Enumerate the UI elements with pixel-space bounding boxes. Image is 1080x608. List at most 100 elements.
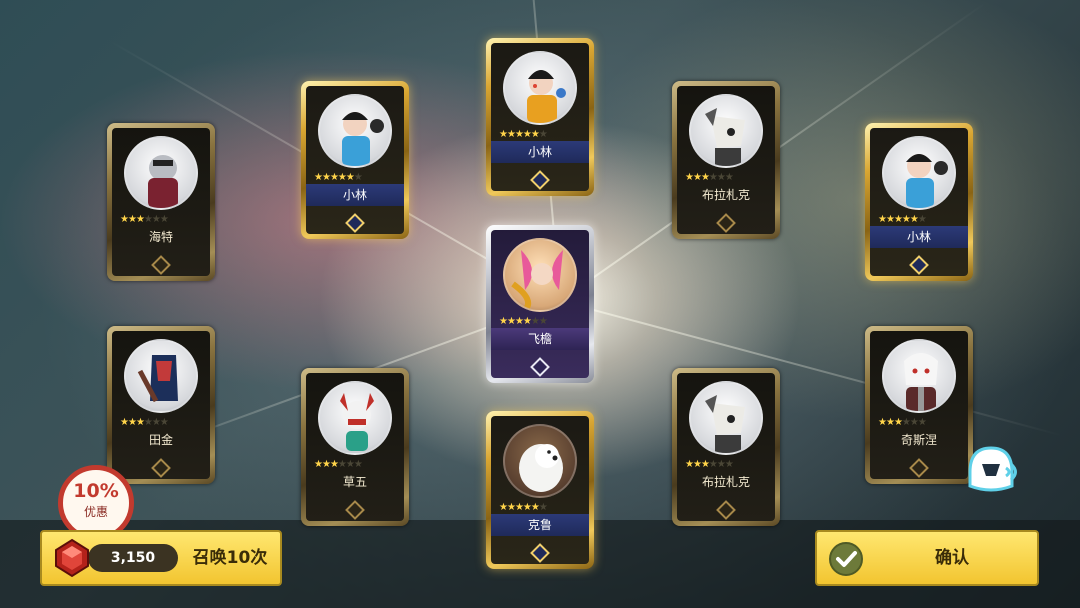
card-face: ★★★★★★ 布拉札克: [677, 373, 775, 521]
hero-name: 奇斯涅: [900, 433, 937, 447]
star-filled-icon: ★: [321, 459, 331, 470]
star-filled-icon: ★: [329, 172, 339, 183]
star-filled-icon: ★: [530, 502, 540, 513]
star-filled-icon: ★: [135, 214, 145, 225]
star-empty-icon: ★: [143, 417, 153, 428]
star-filled-icon: ★: [885, 417, 895, 428]
star-filled-icon: ★: [878, 214, 887, 225]
star-filled-icon: ★: [314, 459, 323, 470]
star-filled-icon: ★: [127, 214, 137, 225]
star-empty-icon: ★: [901, 417, 911, 428]
card-face: ★★★★★★ 飞檐: [491, 230, 589, 378]
hero-name: 小林: [491, 141, 589, 163]
star-rating: ★★★★★★: [499, 502, 548, 513]
star-filled-icon: ★: [506, 129, 516, 140]
star-empty-icon: ★: [530, 316, 540, 327]
star-empty-icon: ★: [151, 417, 161, 428]
rank-emblem-icon: [909, 255, 929, 275]
hero-name: 田金: [148, 433, 173, 447]
star-rating: ★★★★★★: [685, 459, 734, 470]
star-filled-icon: ★: [514, 502, 524, 513]
card-face: ★★★★★★ 小林: [870, 128, 968, 276]
star-empty-icon: ★: [353, 172, 363, 183]
summon-10x-button[interactable]: 3,150 召唤10次: [40, 530, 282, 586]
star-filled-icon: ★: [120, 417, 129, 428]
star-empty-icon: ★: [917, 417, 927, 428]
summon-label: 召唤10次: [192, 548, 268, 568]
star-rating: ★★★★★★: [685, 172, 734, 183]
star-empty-icon: ★: [143, 214, 153, 225]
hero-card[interactable]: ★★★★★★ 克鲁: [486, 411, 594, 569]
star-empty-icon: ★: [159, 214, 169, 225]
star-filled-icon: ★: [127, 417, 137, 428]
light-ray: [559, 300, 1063, 437]
hero-card[interactable]: ★★★★★★ 布拉札克: [672, 81, 780, 239]
star-filled-icon: ★: [692, 459, 702, 470]
rank-emblem-icon: [909, 458, 929, 478]
star-filled-icon: ★: [893, 417, 903, 428]
chat-helmet-icon[interactable]: [960, 442, 1022, 498]
card-face: ★★★★★★ 小林: [306, 86, 404, 234]
star-filled-icon: ★: [120, 214, 129, 225]
card-face: ★★★★★★ 海特: [112, 128, 210, 276]
star-filled-icon: ★: [692, 172, 702, 183]
hero-portrait: [318, 94, 392, 168]
rank-emblem-icon: [716, 213, 736, 233]
star-filled-icon: ★: [135, 417, 145, 428]
star-filled-icon: ★: [893, 214, 903, 225]
star-filled-icon: ★: [909, 214, 919, 225]
rank-emblem-icon: [530, 357, 550, 377]
star-empty-icon: ★: [151, 214, 161, 225]
star-rating: ★★★★★★: [499, 129, 548, 140]
star-empty-icon: ★: [538, 129, 548, 140]
hero-card[interactable]: ★★★★★★ 奇斯涅: [865, 326, 973, 484]
star-filled-icon: ★: [685, 459, 694, 470]
hero-name: 小林: [870, 226, 968, 248]
hero-card[interactable]: ★★★★★★ 飞檐: [486, 225, 594, 383]
hero-portrait: [882, 136, 956, 210]
card-face: ★★★★★★ 田金: [112, 331, 210, 479]
hero-card[interactable]: ★★★★★★ 小林: [301, 81, 409, 239]
hero-portrait: [689, 381, 763, 455]
hero-name: 布拉札克: [701, 188, 750, 202]
hero-name: 海特: [148, 230, 173, 244]
hero-name: 飞檐: [491, 328, 589, 350]
hero-card[interactable]: ★★★★★★ 田金: [107, 326, 215, 484]
gem-cost: 3,150: [88, 544, 178, 572]
star-rating: ★★★★★★: [120, 417, 169, 428]
star-filled-icon: ★: [885, 214, 895, 225]
star-filled-icon: ★: [530, 129, 540, 140]
star-filled-icon: ★: [700, 172, 710, 183]
hero-card[interactable]: ★★★★★★ 小林: [865, 123, 973, 281]
star-empty-icon: ★: [353, 459, 363, 470]
rank-emblem-icon: [345, 500, 365, 520]
star-filled-icon: ★: [499, 129, 508, 140]
hero-name: 小林: [306, 184, 404, 206]
card-face: ★★★★★★ 奇斯涅: [870, 331, 968, 479]
hero-portrait: [503, 51, 577, 125]
star-empty-icon: ★: [724, 459, 734, 470]
confirm-button[interactable]: 确认: [815, 530, 1039, 586]
hero-portrait: [503, 424, 577, 498]
hero-name: 布拉札克: [701, 475, 750, 489]
card-face: ★★★★★★ 草五: [306, 373, 404, 521]
hero-card[interactable]: ★★★★★★ 小林: [486, 38, 594, 196]
hero-name: 草五: [342, 475, 367, 489]
hero-portrait: [882, 339, 956, 413]
hero-portrait: [124, 136, 198, 210]
star-filled-icon: ★: [499, 316, 508, 327]
star-empty-icon: ★: [708, 172, 718, 183]
hero-name: 克鲁: [491, 514, 589, 536]
star-filled-icon: ★: [878, 417, 887, 428]
check-icon: [829, 542, 863, 576]
star-empty-icon: ★: [337, 459, 347, 470]
hero-card[interactable]: ★★★★★★ 布拉札克: [672, 368, 780, 526]
star-empty-icon: ★: [724, 172, 734, 183]
star-empty-icon: ★: [538, 316, 548, 327]
star-filled-icon: ★: [901, 214, 911, 225]
star-empty-icon: ★: [909, 417, 919, 428]
hero-card[interactable]: ★★★★★★ 草五: [301, 368, 409, 526]
hero-card[interactable]: ★★★★★★ 海特: [107, 123, 215, 281]
star-filled-icon: ★: [329, 459, 339, 470]
star-filled-icon: ★: [514, 129, 524, 140]
